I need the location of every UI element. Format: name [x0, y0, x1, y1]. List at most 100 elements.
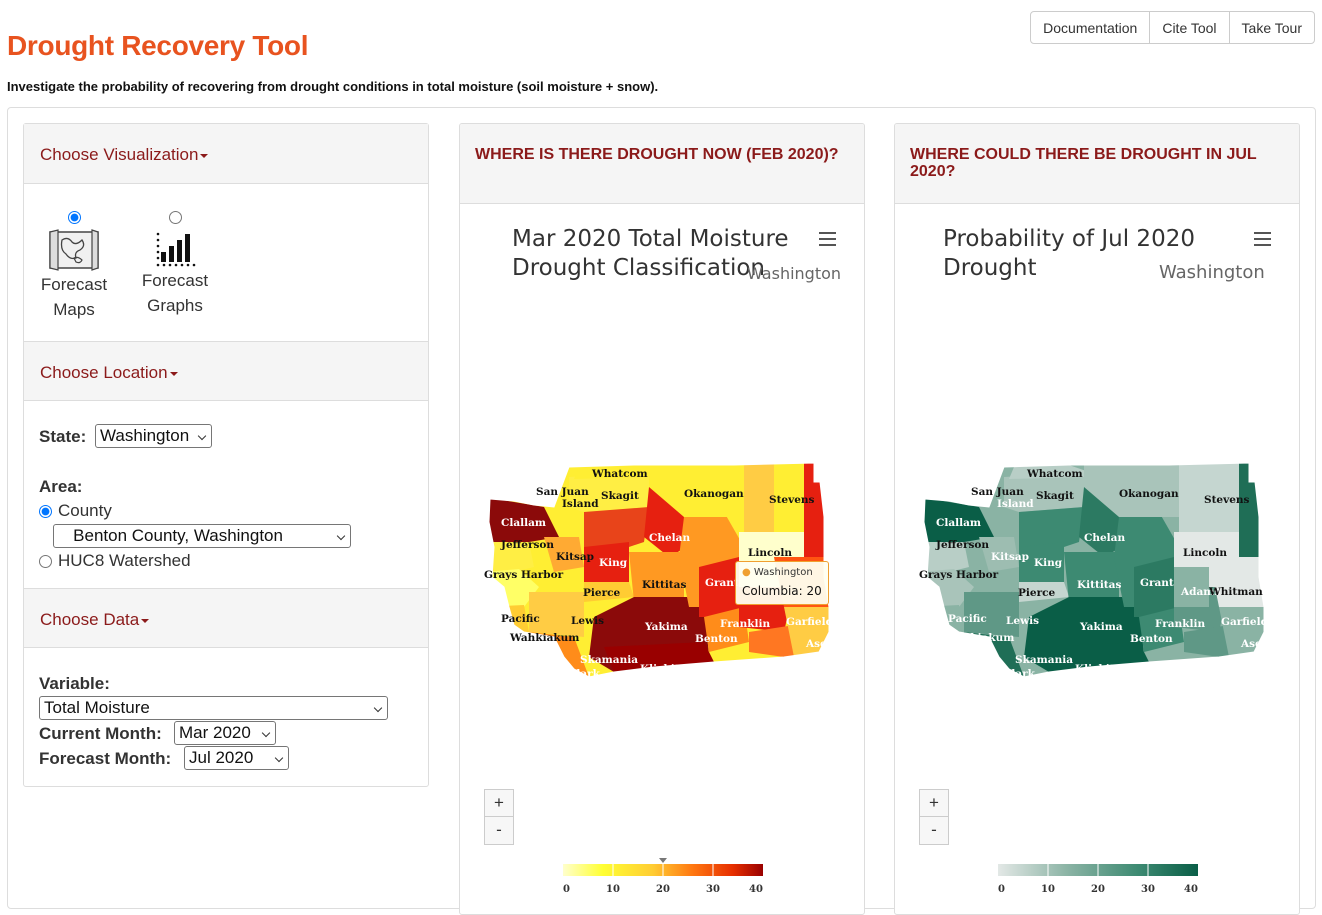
- label-clallam: Clallam: [501, 517, 546, 529]
- take-tour-button[interactable]: Take Tour: [1228, 11, 1315, 44]
- page-subtitle: Investigate the probability of recoverin…: [7, 79, 659, 94]
- label-benton: Benton: [1130, 633, 1173, 645]
- label-san-juan: San Juan: [971, 486, 1024, 498]
- chart-title-line-1: Mar 2020 Total Moisture: [512, 226, 789, 252]
- current-month-select[interactable]: Mar 2020: [174, 721, 276, 745]
- label-lewis: Lewis: [1006, 615, 1039, 627]
- probability-legend: 0 10 20 30 40: [998, 864, 1198, 895]
- label-skamania: Skamania: [580, 654, 638, 666]
- map-tooltip: ● Washington Columbia: 20: [735, 561, 829, 605]
- drought-forecast-header: WHERE COULD THERE BE DROUGHT IN JUL 2020…: [895, 124, 1299, 204]
- zoom-in-button[interactable]: +: [919, 789, 949, 818]
- tooltip-value: Columbia: 20: [742, 584, 822, 598]
- label-chelan: Chelan: [1084, 532, 1125, 544]
- label-lincoln: Lincoln: [1183, 547, 1227, 559]
- choose-data-heading: Choose Data: [40, 610, 150, 630]
- label-stevens: Stevens: [1204, 494, 1250, 506]
- label-grays-harbor: Grays Harbor: [484, 569, 564, 581]
- label-pacific: Pacific: [501, 613, 540, 625]
- legend-tick-0: 0: [563, 884, 570, 895]
- legend-tick-30: 30: [706, 884, 720, 895]
- tooltip-series: ● Washington: [742, 567, 813, 578]
- label-wahkiakum: Wahkiakum: [944, 632, 1014, 644]
- bar-graph-icon: [156, 232, 196, 267]
- drought-now-heading: WHERE IS THERE DROUGHT NOW (FEB 2020)?: [475, 146, 839, 163]
- drought-forecast-panel: WHERE COULD THERE BE DROUGHT IN JUL 2020…: [894, 123, 1300, 915]
- county-radio-label: County: [58, 501, 112, 520]
- label-franklin: Franklin: [1155, 618, 1205, 630]
- label-okanogan: Okanogan: [1119, 488, 1179, 500]
- label-clallam: Clallam: [936, 517, 981, 529]
- viz-option-forecast-maps[interactable]: Forecast Maps: [36, 211, 112, 322]
- viz-option-forecast-graphs[interactable]: Forecast Graphs: [137, 211, 213, 318]
- forecast-maps-radio[interactable]: [67, 211, 81, 224]
- state-label: State:: [39, 427, 87, 446]
- legend-tick-10: 10: [606, 884, 620, 895]
- legend-tick-20: 20: [1091, 884, 1105, 895]
- documentation-button[interactable]: Documentation: [1030, 11, 1151, 44]
- county-radio[interactable]: [39, 504, 52, 518]
- forecast-month-label: Forecast Month:: [39, 749, 172, 768]
- legend-tick-40: 40: [749, 884, 763, 895]
- viz-heading-text: Choose Visualization: [40, 145, 199, 164]
- huc8-radio[interactable]: [39, 554, 52, 568]
- label-skagit: Skagit: [601, 490, 639, 502]
- hamburger-menu-icon[interactable]: [819, 232, 836, 246]
- label-klickitat: Klickitat: [640, 663, 691, 675]
- label-whatcom: Whatcom: [1026, 468, 1083, 480]
- tooltip-dot-icon: ●: [742, 567, 751, 578]
- label-garfield: Garfield: [786, 616, 834, 628]
- choose-location-toggle[interactable]: Choose Location: [24, 341, 428, 401]
- cite-tool-button[interactable]: Cite Tool: [1149, 11, 1230, 44]
- forecast-graphs-radio[interactable]: [168, 211, 182, 224]
- legend-tick-10: 10: [1041, 884, 1055, 895]
- drought-now-header: WHERE IS THERE DROUGHT NOW (FEB 2020)?: [460, 124, 864, 204]
- county-select-value: Benton County, Washington: [73, 526, 283, 545]
- label-okanogan: Okanogan: [684, 488, 744, 500]
- variable-select[interactable]: Total Moisture: [39, 696, 388, 720]
- area-huc8-option[interactable]: HUC8 Watershed: [39, 551, 191, 571]
- state-select[interactable]: Washington: [95, 424, 212, 448]
- label-wahkiakum: Wahkiakum: [509, 632, 579, 644]
- label-grays-harbor: Grays Harbor: [919, 569, 999, 581]
- label-lewis: Lewis: [571, 615, 604, 627]
- forecast-month-select[interactable]: Jul 2020: [184, 746, 289, 770]
- label-garfield: Garfield: [1221, 616, 1269, 628]
- label-grant: Grant: [1140, 577, 1174, 589]
- label-jefferson: Jefferson: [935, 539, 989, 551]
- label-king: King: [599, 557, 628, 569]
- label-skamania: Skamania: [1015, 654, 1073, 666]
- zoom-in-button[interactable]: +: [484, 789, 514, 818]
- choose-visualization-toggle[interactable]: Choose Visualization: [24, 124, 428, 184]
- page-title: Drought Recovery Tool: [7, 30, 309, 61]
- caret-down-icon: [169, 371, 178, 376]
- label-king: King: [1034, 557, 1063, 569]
- label-kitsap: Kitsap: [991, 551, 1029, 563]
- area-county-option[interactable]: County: [39, 501, 112, 521]
- label-whatcom: Whatcom: [591, 468, 648, 480]
- label-pacific: Pacific: [948, 613, 987, 625]
- label-skagit: Skagit: [1036, 490, 1074, 502]
- zoom-out-button[interactable]: -: [484, 816, 514, 845]
- hamburger-menu-icon[interactable]: [1254, 232, 1271, 246]
- variable-label: Variable:: [39, 674, 110, 693]
- label-grant: Grant: [705, 577, 739, 589]
- tooltip-series-label: Washington: [753, 567, 813, 578]
- legend-tick-20: 20: [656, 884, 670, 895]
- county-select[interactable]: Benton County, Washington: [53, 524, 351, 548]
- sidebar: Choose Visualization Forecast Maps Forec…: [23, 123, 429, 787]
- label-kittitas: Kittitas: [642, 579, 686, 591]
- zoom-out-button[interactable]: -: [919, 816, 949, 845]
- forecast-maps-label-1: Forecast: [40, 275, 108, 294]
- label-kittitas: Kittitas: [1077, 579, 1121, 591]
- label-whitman: Whitman: [1208, 586, 1263, 598]
- choose-data-toggle[interactable]: Choose Data: [24, 588, 428, 648]
- label-clark: Clark: [1003, 668, 1036, 680]
- probability-map[interactable]: Whatcom San Juan Island Skagit Okanogan …: [919, 457, 1279, 687]
- label-clark: Clark: [568, 668, 601, 680]
- label-san-juan: San Juan: [536, 486, 589, 498]
- label-stevens: Stevens: [769, 494, 815, 506]
- label-pierce: Pierce: [1018, 587, 1055, 599]
- forecast-maps-label-2: Maps: [53, 300, 95, 319]
- chart-subtitle: Washington: [747, 264, 842, 283]
